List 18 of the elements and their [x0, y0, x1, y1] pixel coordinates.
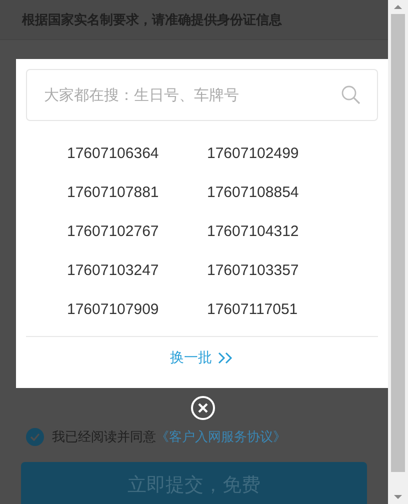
search-icon — [341, 85, 361, 105]
close-icon — [198, 403, 208, 413]
number-option[interactable]: 17607104312 — [207, 213, 337, 252]
number-option[interactable]: 17607108854 — [207, 174, 337, 213]
number-option[interactable]: 17607102767 — [67, 213, 197, 252]
double-chevron-icon — [218, 352, 234, 364]
number-option[interactable]: 17607102499 — [207, 135, 337, 174]
number-option[interactable]: 17607103247 — [67, 252, 197, 291]
checkbox[interactable] — [26, 428, 44, 446]
number-option[interactable]: 17607107909 — [67, 291, 197, 330]
number-option[interactable]: 17607106364 — [67, 135, 197, 174]
number-option[interactable]: 17607103357 — [207, 252, 337, 291]
checkmark-icon — [30, 433, 40, 441]
number-option[interactable]: 17607117051 — [207, 291, 337, 330]
scrollbar-thumb[interactable] — [391, 14, 405, 472]
close-button[interactable] — [191, 396, 215, 420]
number-option[interactable]: 17607107881 — [67, 174, 197, 213]
search-field[interactable]: 大家都在搜：生日号、车牌号 — [26, 69, 378, 121]
